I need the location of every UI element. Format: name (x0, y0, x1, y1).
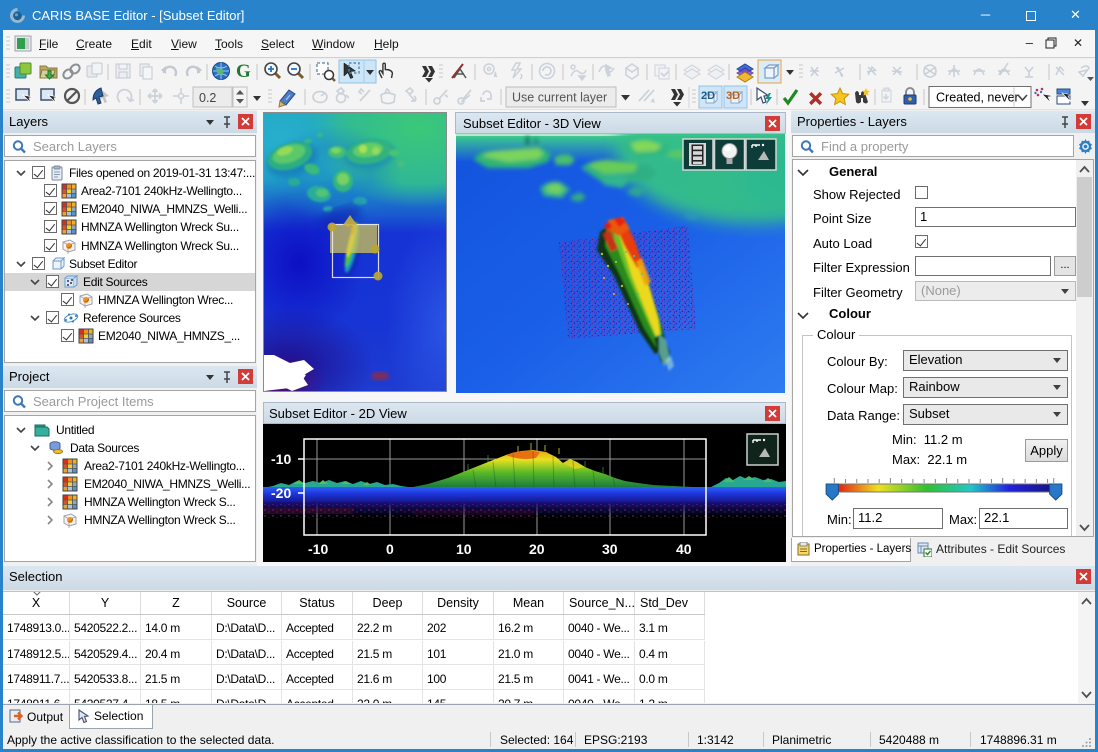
svg-text:-10: -10 (271, 451, 291, 467)
svg-text:3D: 3D (726, 90, 740, 102)
svg-text:10: 10 (456, 541, 472, 557)
svg-text:0.2: 0.2 (199, 91, 216, 105)
svg-text:2D: 2D (701, 90, 715, 102)
svg-text:-10: -10 (308, 541, 328, 557)
svg-text:20: 20 (529, 541, 545, 557)
svg-text:Created, never: Created, never (936, 91, 1019, 105)
svg-text:Use current layer: Use current layer (512, 91, 607, 105)
svg-text:40: 40 (676, 541, 692, 557)
svg-text:G: G (236, 61, 251, 82)
svg-text:30: 30 (602, 541, 618, 557)
svg-text:0: 0 (386, 541, 394, 557)
svg-text:-20: -20 (271, 485, 291, 501)
